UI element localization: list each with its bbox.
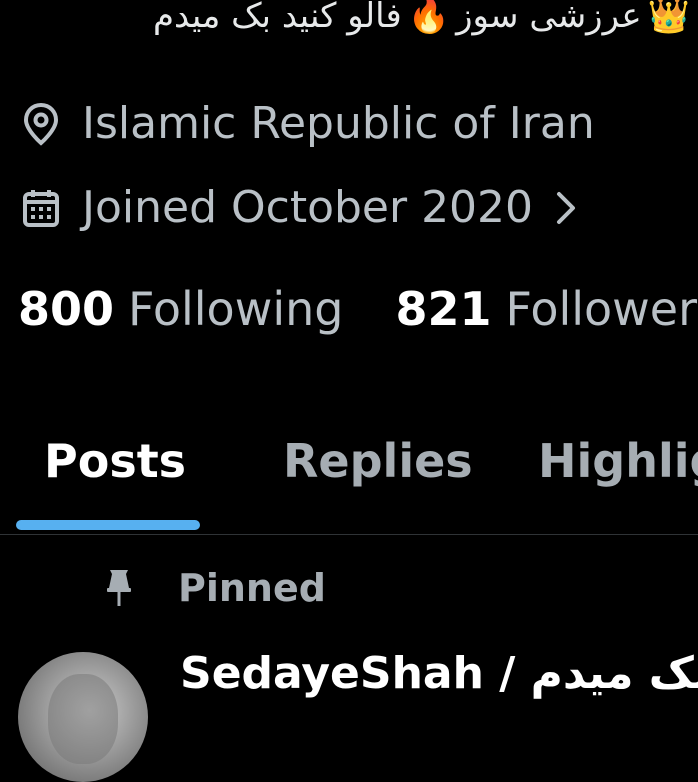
crown-icon: 👑 [648,0,690,36]
avatar[interactable] [18,652,148,782]
chevron-right-icon[interactable] [555,190,577,226]
pinned-label: Pinned [178,566,326,610]
profile-joined[interactable]: Joined October 2020 [22,182,577,233]
pin-icon [102,568,136,608]
profile-bio: 👑 عرزشی سوز 🔥 فالو کنید بک میدم [153,0,690,36]
profile-tabs: Posts Replies Highlig [0,432,698,535]
tab-replies[interactable]: Replies [283,434,473,488]
follow-counts: 800 Following 821 Followers [18,282,698,336]
calendar-icon [22,188,60,228]
bio-text-main: عرزشی سوز [456,0,642,36]
followers-count[interactable]: 821 [395,282,491,336]
profile-location: Islamic Republic of Iran [22,98,595,149]
pinned-indicator: Pinned [102,566,326,610]
location-text: Islamic Republic of Iran [82,98,595,149]
tab-highlights[interactable]: Highlig [538,434,698,488]
fire-icon: 🔥 [408,0,450,36]
location-pin-icon [22,102,60,146]
active-tab-indicator [16,520,200,530]
bio-text-follow: فالو کنید بک میدم [153,0,402,36]
joined-text: Joined October 2020 [82,182,533,233]
following-count[interactable]: 800 [18,282,114,336]
followers-label[interactable]: Followers [506,282,698,336]
post-author-name[interactable]: SedayeShah / بک میدم [180,648,698,699]
tab-posts[interactable]: Posts [44,434,186,488]
following-label[interactable]: Following [128,282,343,336]
